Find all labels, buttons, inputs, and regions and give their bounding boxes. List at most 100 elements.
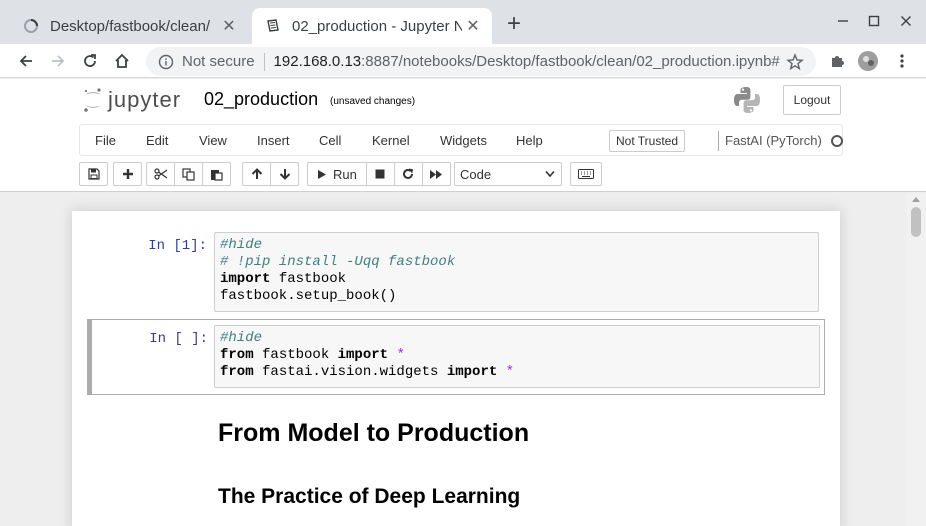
copy-icon[interactable] — [174, 162, 203, 186]
code-line: # !pip install -Uqq fastbook — [220, 254, 813, 271]
code-editor[interactable]: #hide # !pip install -Uqq fastbook import … — [214, 232, 819, 312]
cell-type-select[interactable]: Code — [454, 162, 562, 186]
notebook-page: In [1]: #hide # !pip install -Uqq fastboo… — [72, 211, 840, 526]
code-text: fastbook — [253, 347, 338, 363]
stop-icon[interactable] — [365, 162, 395, 186]
code-line: from fastbook import * — [220, 347, 814, 364]
close-icon[interactable]: ✕ — [462, 15, 484, 37]
close-icon[interactable]: ✕ — [218, 15, 240, 37]
notebook-name[interactable]: 02_production — [204, 89, 318, 110]
tab-directory[interactable]: Desktop/fastbook/clean/ ✕ — [10, 8, 248, 44]
menu-file[interactable]: File — [95, 133, 116, 148]
home-icon[interactable] — [110, 49, 134, 73]
new-tab-button[interactable]: + — [502, 10, 526, 37]
extensions-puzzle-icon[interactable] — [825, 49, 849, 73]
trust-indicator-button[interactable]: Not Trusted — [609, 130, 686, 152]
security-status: Not secure — [182, 53, 255, 70]
cell-prompt: In [1]: — [148, 238, 207, 254]
code-operator: * — [497, 364, 515, 380]
code-line: import fastbook — [220, 271, 813, 288]
restart-icon[interactable] — [393, 162, 423, 186]
scrollbar-thumb[interactable] — [911, 207, 921, 237]
code-text: fastbook — [270, 271, 347, 287]
menu-view[interactable]: View — [199, 133, 227, 148]
save-icon[interactable] — [79, 162, 108, 186]
more-menu-icon[interactable] — [890, 49, 914, 73]
back-arrow-icon[interactable] — [14, 49, 38, 73]
code-keyword: import — [337, 347, 389, 363]
notebook-container: In [1]: #hide # !pip install -Uqq fastboo… — [0, 193, 926, 526]
run-label: Run — [333, 166, 357, 182]
move-down-arrow-icon[interactable] — [270, 162, 299, 186]
notebook-icon — [264, 17, 282, 35]
run-group: Run — [307, 162, 451, 186]
code-operator: * — [388, 347, 405, 363]
address-bar[interactable]: Not secure 192.168.0.13:8887/notebooks/D… — [146, 47, 816, 76]
browser-toolbar: Not secure 192.168.0.13:8887/notebooks/D… — [0, 44, 926, 78]
window-close-icon[interactable] — [895, 10, 917, 32]
paste-clipboard-icon[interactable] — [202, 162, 231, 186]
move-up-arrow-icon[interactable] — [242, 162, 271, 186]
kernel-idle-indicator-icon — [831, 135, 843, 147]
tab-notebook[interactable]: 02_production - Jupyter N ✕ — [252, 8, 492, 44]
page-scrollbar[interactable] — [906, 193, 926, 526]
tab-title: 02_production - Jupyter N — [292, 17, 462, 35]
notebook-menubar: File Edit View Insert Cell Kernel Widget… — [79, 124, 843, 156]
browser-tab-bar: Desktop/fastbook/clean/ ✕ 02_production … — [0, 0, 926, 44]
clipboard-group — [146, 162, 231, 186]
jupyter-logo-icon — [84, 88, 101, 112]
code-editor[interactable]: #hide from fastbook import * from fastai.v… — [214, 325, 820, 388]
menu-help[interactable]: Help — [516, 133, 543, 148]
menu-cell[interactable]: Cell — [319, 133, 341, 148]
menu-widgets[interactable]: Widgets — [440, 133, 487, 148]
code-text: fastbook.setup_book() — [220, 288, 397, 304]
kernel-name: FastAI (PyTorch) — [725, 133, 822, 148]
forward-arrow-icon[interactable] — [46, 49, 70, 73]
code-line: #hide — [220, 237, 813, 254]
logout-button[interactable]: Logout — [783, 85, 841, 115]
jupyter-header: jupyter 02_production (unsaved changes) … — [0, 79, 926, 192]
code-keyword: import — [446, 364, 498, 380]
insert-cell-plus-icon[interactable] — [113, 162, 142, 186]
tab-title: Desktop/fastbook/clean/ — [50, 17, 211, 35]
markdown-heading-2: The Practice of Deep Learning — [218, 485, 521, 508]
code-keyword: from — [220, 364, 254, 380]
keyboard-icon[interactable] — [570, 162, 602, 186]
profile-avatar[interactable] — [856, 49, 880, 73]
code-line: from fastai.vision.widgets import * — [220, 364, 814, 381]
palette-group — [570, 162, 602, 186]
address-divider — [263, 52, 265, 71]
loading-spinner-icon — [22, 17, 40, 35]
scroll-up-arrow-icon[interactable] — [911, 195, 921, 203]
code-comment: # !pip install -Uqq fastbook — [220, 254, 456, 270]
chevron-down-icon — [545, 170, 555, 178]
cell-prompt: In [ ]: — [149, 331, 208, 347]
minimize-icon[interactable] — [832, 10, 854, 32]
reload-icon[interactable] — [78, 49, 102, 73]
run-button[interactable]: Run — [307, 162, 367, 186]
kernel-divider — [718, 131, 719, 151]
play-icon — [318, 169, 326, 179]
insert-group — [113, 162, 142, 186]
info-icon[interactable] — [158, 54, 174, 70]
jupyter-logo[interactable]: jupyter — [82, 87, 181, 113]
save-status: (unsaved changes) — [330, 96, 416, 107]
maximize-icon[interactable] — [863, 10, 885, 32]
cell-type-value: Code — [460, 166, 492, 182]
menu-insert[interactable]: Insert — [257, 133, 290, 148]
code-cell-selected[interactable]: In [ ]: #hide from fastbook import * from … — [87, 319, 825, 395]
code-keyword: from — [220, 347, 254, 363]
url-host: 192.168.0.13 — [273, 53, 362, 70]
cut-scissors-icon[interactable] — [146, 162, 175, 186]
fast-forward-icon[interactable] — [421, 162, 451, 186]
menu-edit[interactable]: Edit — [146, 133, 168, 148]
code-cell[interactable]: In [1]: #hide # !pip install -Uqq fastboo… — [87, 229, 825, 313]
menu-kernel[interactable]: Kernel — [372, 133, 410, 148]
url-path: :8887/notebooks/Desktop/fastbook/clean/0… — [361, 53, 780, 70]
code-line: fastbook.setup_book() — [220, 288, 813, 305]
code-comment: #hide — [220, 330, 263, 346]
bookmark-star-icon[interactable] — [786, 53, 804, 71]
code-comment: #hide — [220, 237, 263, 253]
code-line: #hide — [220, 330, 814, 347]
code-keyword: import — [220, 271, 271, 287]
